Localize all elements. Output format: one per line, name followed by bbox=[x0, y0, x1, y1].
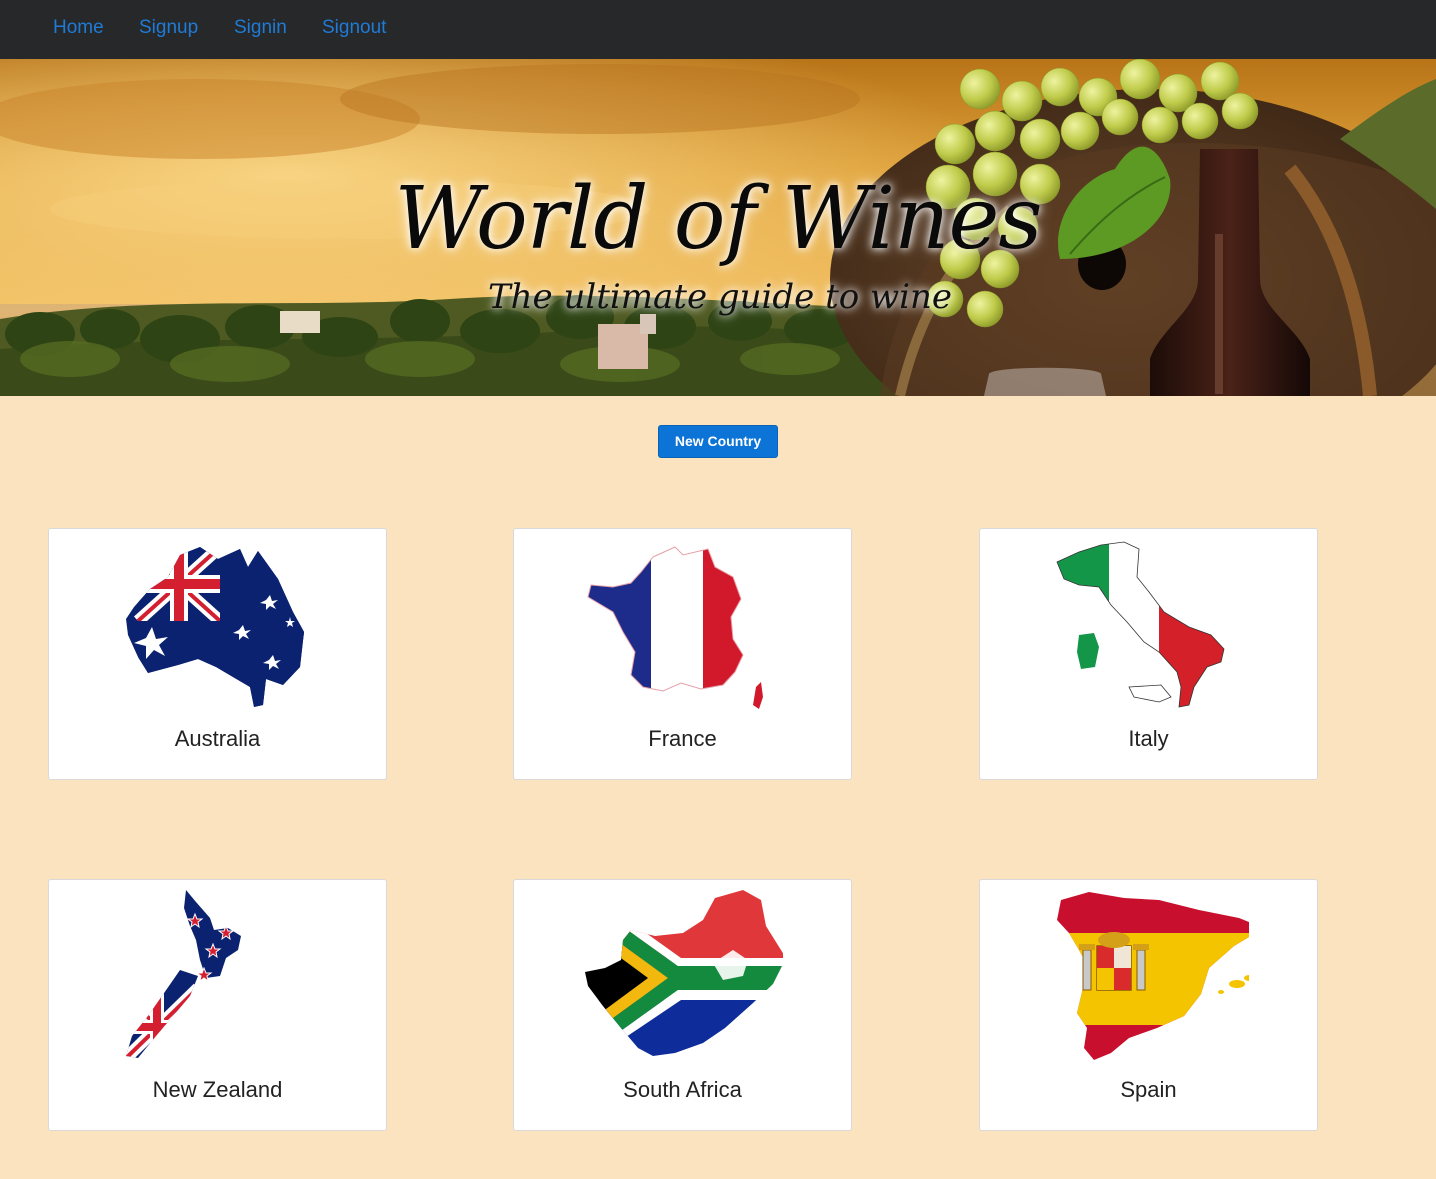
country-card-france[interactable]: France bbox=[513, 528, 852, 780]
south-africa-flag-map-icon bbox=[585, 890, 783, 1056]
nav-signin-link[interactable]: Signin bbox=[234, 17, 287, 39]
australia-flag-map-icon bbox=[126, 547, 304, 707]
site-title: World of Wines bbox=[394, 169, 1042, 269]
spain-flag-map-icon bbox=[1057, 892, 1249, 1060]
nav-signup-link[interactable]: Signup bbox=[139, 17, 198, 39]
site-subtitle: The ultimate guide to wine bbox=[487, 277, 953, 317]
hero-banner: World of Wines The ultimate guide to win… bbox=[0, 59, 1436, 396]
italy-flag-map-icon bbox=[1056, 541, 1225, 708]
new-country-button[interactable]: New Country bbox=[658, 425, 778, 458]
country-name: South Africa bbox=[623, 1077, 742, 1102]
top-navbar: Home Signup Signin Signout bbox=[0, 0, 1436, 59]
country-card-spain[interactable]: Spain bbox=[979, 879, 1318, 1131]
nav-signout-link[interactable]: Signout bbox=[322, 17, 386, 39]
country-name: Spain bbox=[1120, 1077, 1177, 1102]
country-card-australia[interactable]: Australia bbox=[48, 528, 387, 780]
country-card-south-africa[interactable]: South Africa bbox=[513, 879, 852, 1131]
new-zealand-flag-map-icon bbox=[126, 890, 241, 1058]
country-card-italy[interactable]: Italy bbox=[979, 528, 1318, 780]
nav-home-link[interactable]: Home bbox=[53, 17, 104, 39]
country-name: Australia bbox=[174, 726, 261, 751]
country-name: France bbox=[648, 726, 717, 751]
country-name: Italy bbox=[1128, 726, 1169, 751]
france-flag-map-icon bbox=[587, 546, 763, 709]
country-card-new-zealand[interactable]: New Zealand bbox=[48, 879, 387, 1131]
country-name: New Zealand bbox=[152, 1077, 283, 1102]
